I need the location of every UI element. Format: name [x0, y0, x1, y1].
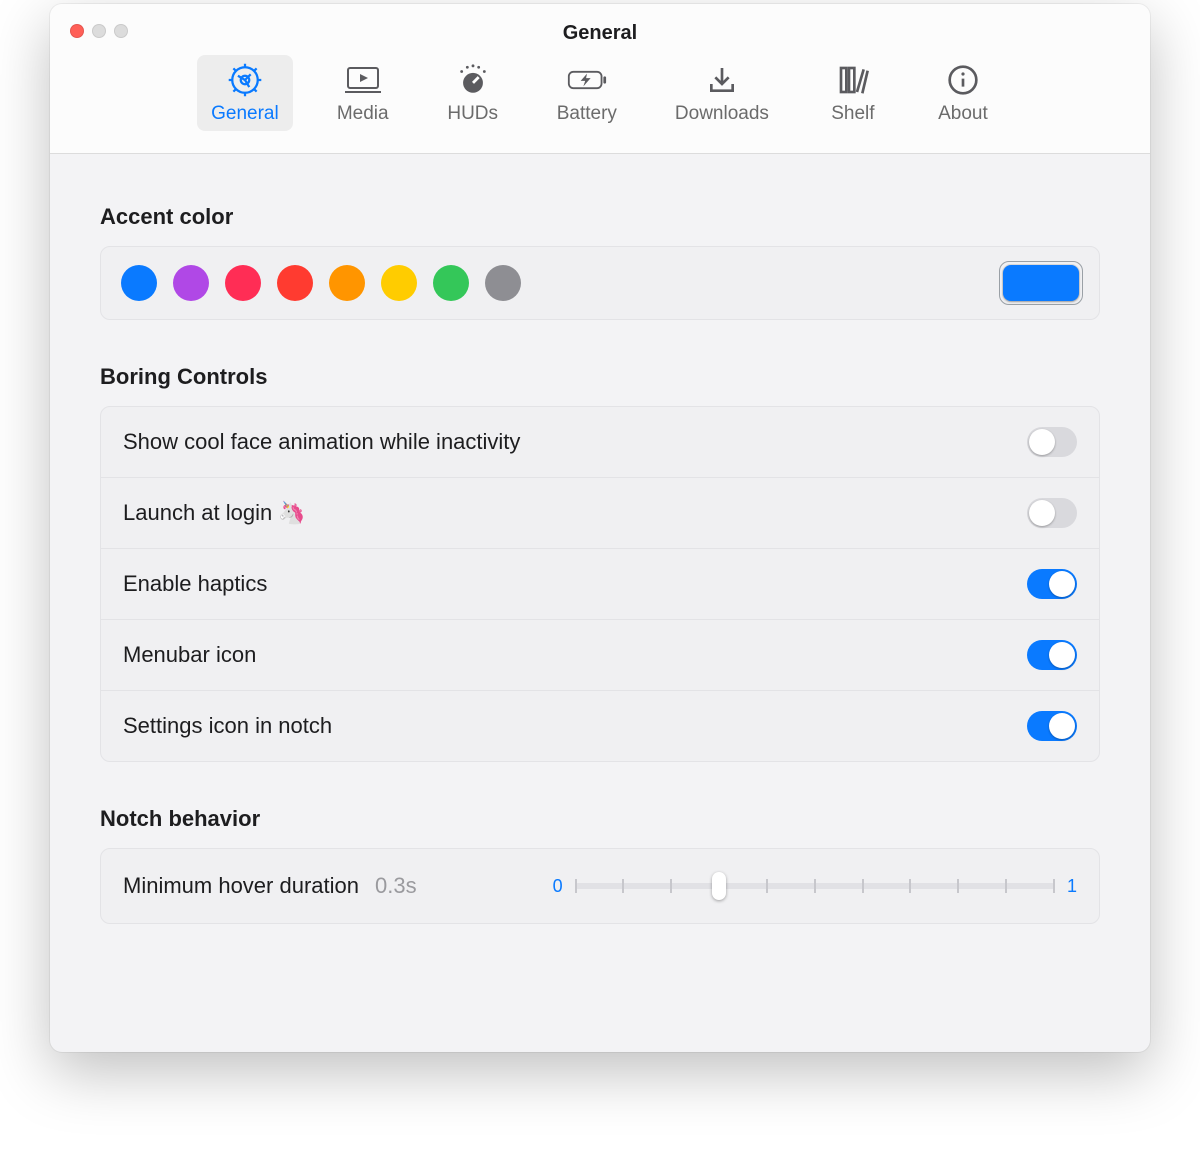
row-label: Enable haptics: [123, 571, 1027, 597]
window-title: General: [50, 4, 1150, 45]
close-window-button[interactable]: [70, 24, 84, 38]
toggle-enable-haptics[interactable]: [1027, 569, 1077, 599]
row-hover-duration: Minimum hover duration 0.3s 0 1: [101, 849, 1099, 923]
tab-label: Downloads: [675, 103, 769, 125]
media-icon: [343, 63, 383, 97]
hover-duration-slider[interactable]: [575, 871, 1055, 901]
tab-label: Shelf: [831, 103, 874, 125]
boring-controls-panel: Show cool face animation while inactivit…: [100, 406, 1100, 762]
accent-swatch-orange[interactable]: [329, 265, 365, 301]
accent-preview[interactable]: [1003, 265, 1079, 301]
content-area: Accent color Boring Controls Show cool f…: [50, 154, 1150, 924]
row-settings-icon-notch: Settings icon in notch: [101, 691, 1099, 761]
accent-swatch-purple[interactable]: [173, 265, 209, 301]
battery-icon: [567, 63, 607, 97]
slider-label: Minimum hover duration: [123, 873, 359, 899]
accent-swatch-pink[interactable]: [225, 265, 261, 301]
slider-value-display: 0.3s: [375, 873, 417, 899]
tab-downloads[interactable]: Downloads: [661, 55, 783, 131]
dial-icon: [453, 63, 493, 97]
zoom-window-button[interactable]: [114, 24, 128, 38]
row-label: Launch at login 🦄: [123, 500, 1027, 526]
row-label: Settings icon in notch: [123, 713, 1027, 739]
section-notch-title: Notch behavior: [100, 806, 1100, 832]
download-icon: [702, 63, 742, 97]
info-icon: [943, 63, 983, 97]
toggle-settings-icon-notch[interactable]: [1027, 711, 1077, 741]
accent-swatch-blue[interactable]: [121, 265, 157, 301]
toggle-launch-at-login[interactable]: [1027, 498, 1077, 528]
tab-label: About: [938, 103, 988, 125]
row-enable-haptics: Enable haptics: [101, 549, 1099, 620]
accent-color-panel: [100, 246, 1100, 320]
slider-ticks: [575, 879, 1055, 893]
tab-battery[interactable]: Battery: [543, 55, 631, 131]
window-controls: [70, 24, 128, 38]
tab-label: General: [211, 103, 279, 125]
tab-label: HUDs: [447, 103, 498, 125]
tab-shelf[interactable]: Shelf: [813, 55, 893, 131]
minimize-window-button[interactable]: [92, 24, 106, 38]
tab-about[interactable]: About: [923, 55, 1003, 131]
slider-min-label: 0: [553, 876, 563, 897]
tab-general[interactable]: General: [197, 55, 293, 131]
row-launch-at-login: Launch at login 🦄: [101, 478, 1099, 549]
shelf-icon: [833, 63, 873, 97]
preferences-window: General General: [50, 4, 1150, 1052]
accent-swatch-green[interactable]: [433, 265, 469, 301]
slider-max-label: 1: [1067, 876, 1077, 897]
row-face-animation: Show cool face animation while inactivit…: [101, 407, 1099, 478]
slider-thumb[interactable]: [712, 872, 726, 900]
notch-behavior-panel: Minimum hover duration 0.3s 0 1: [100, 848, 1100, 924]
accent-color-swatches: [121, 265, 521, 301]
gear-icon: [225, 63, 265, 97]
tab-label: Media: [337, 103, 389, 125]
section-boring-title: Boring Controls: [100, 364, 1100, 390]
section-accent-title: Accent color: [100, 204, 1100, 230]
tab-media[interactable]: Media: [323, 55, 403, 131]
accent-swatch-yellow[interactable]: [381, 265, 417, 301]
slider-container: 0 1: [553, 871, 1077, 901]
settings-toolbar: General Media: [50, 55, 1150, 131]
titlebar: General General: [50, 4, 1150, 154]
toggle-face-animation[interactable]: [1027, 427, 1077, 457]
row-menubar-icon: Menubar icon: [101, 620, 1099, 691]
accent-swatch-gray[interactable]: [485, 265, 521, 301]
toggle-menubar-icon[interactable]: [1027, 640, 1077, 670]
row-label: Menubar icon: [123, 642, 1027, 668]
row-label: Show cool face animation while inactivit…: [123, 429, 1027, 455]
tab-huds[interactable]: HUDs: [433, 55, 513, 131]
accent-swatch-red[interactable]: [277, 265, 313, 301]
tab-label: Battery: [557, 103, 617, 125]
